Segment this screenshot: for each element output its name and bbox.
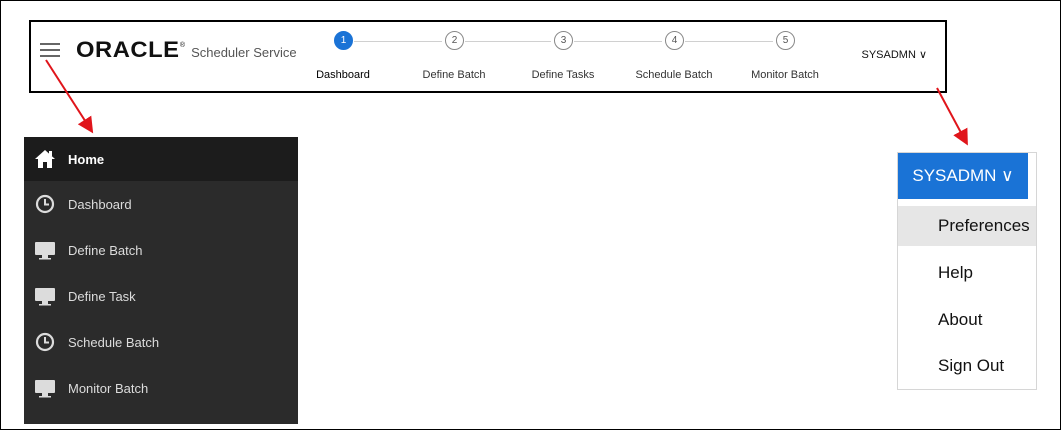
sidebar-item-schedule-batch[interactable]: Schedule Batch bbox=[24, 319, 298, 365]
menu-item-sign-out[interactable]: Sign Out bbox=[898, 346, 1036, 386]
step-5-circle[interactable]: 5 bbox=[776, 31, 795, 50]
monitor-icon bbox=[34, 285, 56, 307]
step-connector bbox=[574, 41, 662, 42]
clock-icon bbox=[34, 331, 56, 353]
sidebar-nav: Home Dashboard Define Batch Define Task … bbox=[24, 137, 298, 424]
step-4-label[interactable]: Schedule Batch bbox=[635, 69, 712, 81]
step-5-label[interactable]: Monitor Batch bbox=[751, 69, 819, 81]
monitor-icon bbox=[34, 377, 56, 399]
menu-item-help[interactable]: Help bbox=[898, 253, 1036, 293]
step-4-circle[interactable]: 4 bbox=[665, 31, 684, 50]
step-3-label[interactable]: Define Tasks bbox=[532, 69, 595, 81]
sidebar-item-label: Define Batch bbox=[68, 242, 143, 258]
step-2-label[interactable]: Define Batch bbox=[423, 69, 486, 81]
sidebar-item-label: Schedule Batch bbox=[68, 334, 160, 350]
sidebar-item-label: Monitor Batch bbox=[68, 380, 149, 396]
home-icon bbox=[34, 148, 56, 170]
sidebar-item-label: Home bbox=[68, 151, 105, 167]
step-connector bbox=[354, 41, 442, 42]
sidebar-item-home[interactable]: Home bbox=[24, 137, 298, 181]
step-connector bbox=[465, 41, 551, 42]
user-dropdown-menu: SYSADMN ∨ Preferences Help About Sign Ou… bbox=[897, 152, 1037, 390]
sidebar-item-define-task[interactable]: Define Task bbox=[24, 273, 298, 319]
monitor-icon bbox=[34, 239, 56, 261]
step-connector bbox=[685, 41, 773, 42]
sidebar-item-label: Dashboard bbox=[68, 196, 132, 212]
menu-item-about[interactable]: About bbox=[898, 300, 1036, 340]
step-1-label[interactable]: Dashboard bbox=[316, 69, 370, 81]
sidebar-item-dashboard[interactable]: Dashboard bbox=[24, 181, 298, 227]
user-dropdown-button[interactable]: SYSADMN ∨ bbox=[898, 153, 1028, 199]
header-bar: ORACLE ® Scheduler Service 1 2 3 4 5 Das… bbox=[29, 20, 947, 93]
step-2-circle[interactable]: 2 bbox=[445, 31, 464, 50]
clock-icon bbox=[34, 193, 56, 215]
menu-item-preferences[interactable]: Preferences bbox=[898, 206, 1036, 246]
step-3-circle[interactable]: 3 bbox=[554, 31, 573, 50]
user-menu-button[interactable]: SYSADMN ∨ bbox=[861, 48, 927, 61]
sidebar-item-define-batch[interactable]: Define Batch bbox=[24, 227, 298, 273]
step-1-circle[interactable]: 1 bbox=[334, 31, 353, 50]
sidebar-item-label: Define Task bbox=[68, 288, 136, 304]
process-stepper: 1 2 3 4 5 Dashboard Define Batch Define … bbox=[31, 22, 945, 91]
sidebar-item-monitor-batch[interactable]: Monitor Batch bbox=[24, 365, 298, 411]
